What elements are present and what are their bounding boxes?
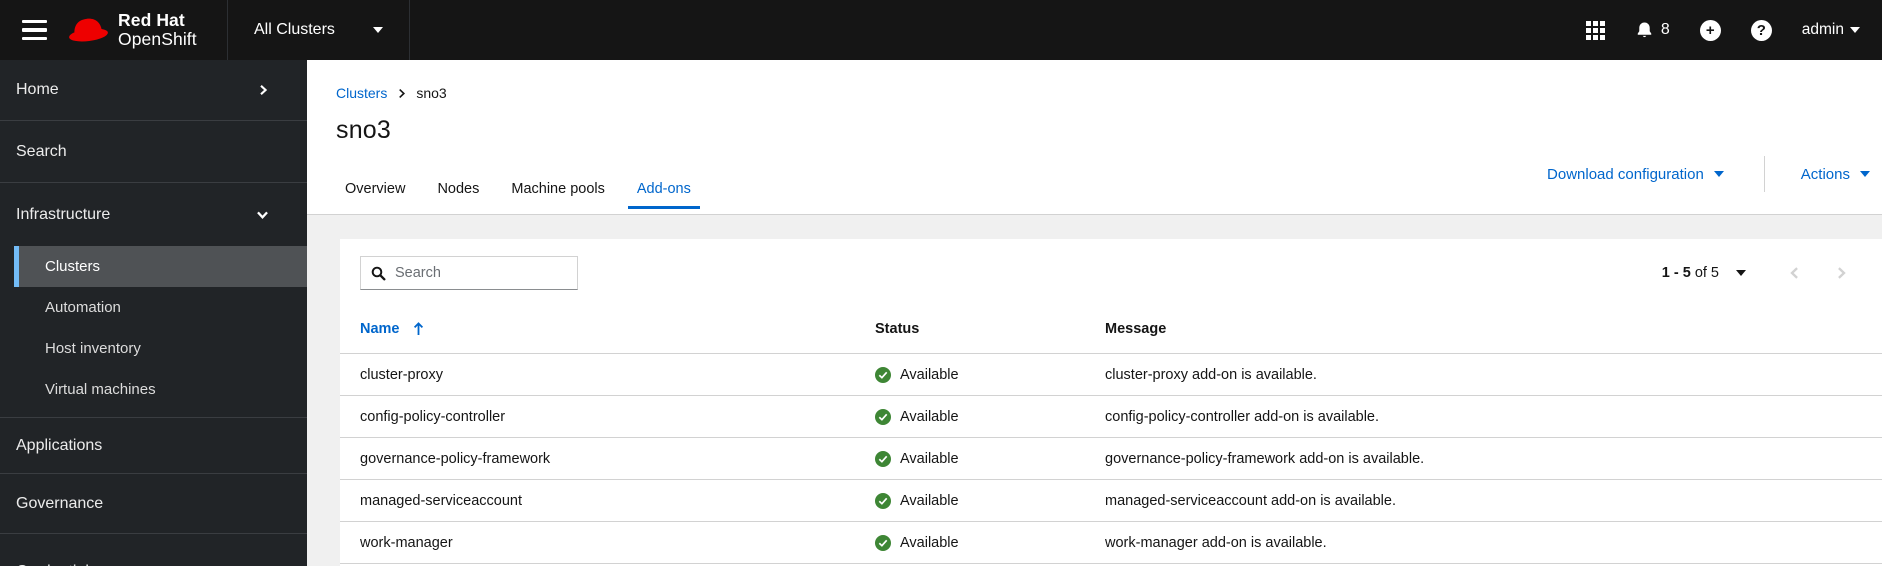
- tab-machine-pools[interactable]: Machine pools: [502, 171, 614, 209]
- add-ons-card: 1 - 5 of 5: [340, 239, 1882, 566]
- table-toolbar: 1 - 5 of 5: [340, 239, 1882, 304]
- check-circle-icon: [875, 492, 891, 509]
- cluster-selector-dropdown[interactable]: All Clusters: [227, 0, 410, 60]
- chevron-down-icon: [256, 208, 269, 221]
- addon-name: governance-policy-framework: [360, 450, 551, 467]
- question-circle-icon[interactable]: ?: [1750, 19, 1772, 41]
- chevron-right-icon: [257, 84, 269, 96]
- pagination-range: 1 - 5 of 5: [1661, 265, 1719, 281]
- table-row: managed-serviceaccount Available managed…: [340, 480, 1882, 522]
- addon-status: Available: [875, 534, 1105, 551]
- addon-message: cluster-proxy add-on is available.: [1105, 366, 1317, 383]
- infrastructure-subnav: Clusters Automation Host inventory Virtu…: [0, 246, 307, 410]
- apps-grid-icon[interactable]: [1585, 20, 1605, 40]
- hamburger-icon[interactable]: [14, 10, 55, 50]
- breadcrumb-clusters-link[interactable]: Clusters: [336, 85, 387, 101]
- chevron-down-icon: [1713, 171, 1724, 177]
- sidebar-item-governance[interactable]: Governance: [0, 474, 307, 534]
- brand-line2: OpenShift: [118, 29, 197, 49]
- breadcrumb: Clusters sno3: [336, 60, 1882, 101]
- pagination-next-button[interactable]: [1834, 266, 1848, 280]
- chevron-down-icon: [1860, 171, 1870, 177]
- main-area: Clusters sno3 sno3 Download configuratio…: [307, 60, 1882, 566]
- column-header-status[interactable]: Status: [875, 321, 1105, 337]
- table-header-row: Name Status Message: [340, 304, 1882, 354]
- tab-overview[interactable]: Overview: [336, 171, 414, 209]
- addon-name: managed-serviceaccount: [360, 492, 523, 509]
- page-title: sno3: [336, 116, 392, 144]
- sidebar-item-clusters[interactable]: Clusters: [14, 246, 307, 287]
- check-circle-icon: [875, 534, 891, 551]
- sidebar-item-infrastructure[interactable]: Infrastructure: [0, 183, 307, 246]
- chevron-down-icon: [1850, 27, 1860, 33]
- check-circle-icon: [875, 450, 891, 467]
- masthead-utilities: 8 + ? admin: [1585, 0, 1882, 60]
- brand-line1: Red Hat: [118, 10, 185, 31]
- sidebar-item-virtual-machines[interactable]: Virtual machines: [14, 369, 307, 410]
- check-circle-icon: [875, 408, 891, 425]
- addon-name: work-manager: [360, 534, 453, 551]
- addon-status: Available: [875, 450, 1105, 467]
- table-row: governance-policy-framework Available go…: [340, 438, 1882, 480]
- search-icon: [371, 266, 386, 281]
- sidebar-item-credentials[interactable]: Credentials: [0, 534, 307, 566]
- sidebar-item-search[interactable]: Search: [0, 121, 307, 183]
- masthead-left: Red Hat OpenShift: [0, 0, 227, 60]
- chevron-down-icon: [373, 27, 383, 33]
- header-actions: Download configuration Actions: [1547, 156, 1870, 192]
- search-box: [360, 256, 578, 290]
- addon-message: work-manager add-on is available.: [1105, 534, 1327, 551]
- add-ons-table: Name Status Message cluster-proxy Availa…: [340, 304, 1882, 566]
- notifications-button[interactable]: 8: [1635, 21, 1670, 40]
- page-header: Clusters sno3 sno3 Download configuratio…: [307, 60, 1882, 215]
- addon-message: managed-serviceaccount add-on is availab…: [1105, 492, 1396, 509]
- sidebar-nav: Home Search Infrastructure Clusters Auto…: [0, 60, 307, 566]
- sidebar-item-host-inventory[interactable]: Host inventory: [14, 328, 307, 369]
- addon-status: Available: [875, 492, 1105, 509]
- brand-logo: Red Hat OpenShift: [67, 11, 197, 49]
- search-input[interactable]: [395, 265, 567, 281]
- notification-count: 8: [1660, 21, 1670, 38]
- username: admin: [1801, 21, 1844, 38]
- table-row: cluster-proxy Available cluster-proxy ad…: [340, 354, 1882, 396]
- pagination-options-menu[interactable]: [1736, 270, 1746, 276]
- addon-status: Available: [875, 408, 1105, 425]
- addon-message: config-policy-controller add-on is avail…: [1105, 408, 1380, 425]
- pagination: 1 - 5 of 5: [1662, 265, 1848, 281]
- content-area: 1 - 5 of 5: [307, 215, 1882, 566]
- column-header-message[interactable]: Message: [1105, 321, 1882, 337]
- addon-name: cluster-proxy: [360, 366, 443, 383]
- redhat-fedora-icon: [67, 15, 109, 45]
- bell-icon: [1635, 21, 1654, 40]
- breadcrumb-chevron-icon: [397, 88, 406, 99]
- check-circle-icon: [875, 366, 891, 383]
- sort-ascending-icon: [413, 321, 424, 336]
- addon-message: governance-policy-framework add-on is av…: [1105, 450, 1425, 467]
- chevron-down-icon: [1736, 270, 1746, 276]
- addon-status: Available: [875, 366, 1105, 383]
- breadcrumb-current: sno3: [416, 85, 447, 101]
- user-menu[interactable]: admin: [1802, 21, 1860, 39]
- table-row: work-manager Available work-manager add-…: [340, 522, 1882, 564]
- sidebar-item-applications[interactable]: Applications: [0, 418, 307, 474]
- brand-text: Red Hat OpenShift: [118, 11, 197, 49]
- actions-dropdown[interactable]: Actions: [1801, 166, 1870, 183]
- sidebar-item-automation[interactable]: Automation: [14, 287, 307, 328]
- sidebar-group-infrastructure: Infrastructure Clusters Automation Host …: [0, 183, 307, 418]
- masthead: Red Hat OpenShift All Clusters 8 + ? adm…: [0, 0, 1882, 60]
- table-row: config-policy-controller Available confi…: [340, 396, 1882, 438]
- plus-circle-icon[interactable]: +: [1699, 19, 1721, 41]
- vertical-divider: [1763, 156, 1765, 192]
- column-header-name[interactable]: Name: [340, 321, 875, 337]
- cluster-tabs: Overview Nodes Machine pools Add-ons: [336, 171, 714, 209]
- tab-add-ons[interactable]: Add-ons: [627, 171, 700, 209]
- cluster-selector-label: All Clusters: [254, 21, 335, 38]
- pagination-prev-button[interactable]: [1788, 266, 1802, 280]
- addon-name: config-policy-controller: [360, 408, 506, 425]
- download-configuration-dropdown[interactable]: Download configuration: [1547, 166, 1724, 183]
- sidebar-item-home[interactable]: Home: [0, 60, 307, 121]
- tab-nodes[interactable]: Nodes: [428, 171, 488, 209]
